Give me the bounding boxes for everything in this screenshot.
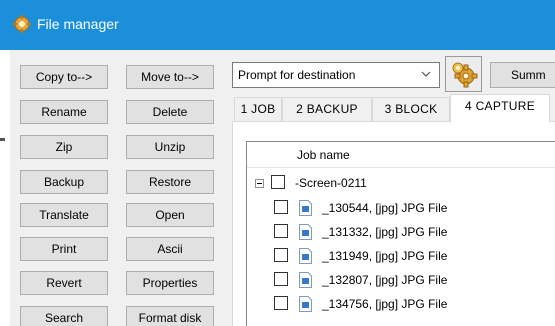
left-window-edge bbox=[0, 50, 10, 326]
group-checkbox[interactable] bbox=[271, 175, 285, 189]
tree-group-row[interactable]: -Screen-0211 bbox=[247, 174, 555, 194]
gear-icon bbox=[452, 62, 478, 88]
ascii-button[interactable]: Ascii bbox=[126, 237, 214, 261]
tree-file-row[interactable]: _130544, [jpg] JPG File bbox=[247, 200, 555, 220]
summary-button[interactable]: Summ bbox=[490, 62, 555, 88]
file-checkbox[interactable] bbox=[274, 272, 288, 286]
tab-job[interactable]: 1 JOB bbox=[234, 97, 282, 121]
translate-button[interactable]: Translate bbox=[20, 203, 108, 227]
summary-button-label: Summ bbox=[511, 68, 546, 82]
file-checkbox[interactable] bbox=[274, 200, 288, 214]
move-to-button[interactable]: Move to--> bbox=[126, 65, 214, 89]
tree-file-row[interactable]: _132807, [jpg] JPG File bbox=[247, 272, 555, 292]
tree-file-row[interactable]: _131332, [jpg] JPG File bbox=[247, 224, 555, 244]
tree-file-row[interactable]: _131949, [jpg] JPG File bbox=[247, 248, 555, 268]
file-checkbox[interactable] bbox=[274, 248, 288, 262]
format-disk-button[interactable]: Format disk bbox=[126, 306, 214, 326]
print-button[interactable]: Print bbox=[20, 237, 108, 261]
zip-button[interactable]: Zip bbox=[20, 135, 108, 159]
open-button[interactable]: Open bbox=[126, 203, 214, 227]
file-label: _134756, [jpg] JPG File bbox=[322, 297, 448, 311]
file-label: _132807, [jpg] JPG File bbox=[322, 273, 448, 287]
title-bar[interactable]: File manager bbox=[0, 0, 555, 50]
collapse-icon[interactable] bbox=[255, 179, 264, 188]
file-label: _130544, [jpg] JPG File bbox=[322, 201, 448, 215]
image-file-icon bbox=[299, 248, 312, 264]
job-name-column-header[interactable]: Job name bbox=[297, 148, 350, 162]
image-file-icon bbox=[299, 224, 312, 240]
job-tree[interactable]: Job name -Screen-0211 _130544, [jpg] JPG… bbox=[246, 141, 555, 326]
unzip-button[interactable]: Unzip bbox=[126, 135, 214, 159]
file-checkbox[interactable] bbox=[274, 296, 288, 310]
file-label: _131949, [jpg] JPG File bbox=[322, 249, 448, 263]
revert-button[interactable]: Revert bbox=[20, 271, 108, 295]
file-checkbox[interactable] bbox=[274, 224, 288, 238]
edge-mark bbox=[0, 138, 5, 141]
file-label: _131332, [jpg] JPG File bbox=[322, 225, 448, 239]
gear-button[interactable] bbox=[445, 56, 482, 92]
rename-button[interactable]: Rename bbox=[20, 100, 108, 124]
image-file-icon bbox=[299, 200, 312, 216]
group-label: -Screen-0211 bbox=[295, 176, 367, 190]
image-file-icon bbox=[299, 272, 312, 288]
destination-select[interactable]: Prompt for destination bbox=[232, 62, 440, 88]
search-button[interactable]: Search bbox=[20, 306, 108, 326]
tab-capture[interactable]: 4 CAPTURE bbox=[450, 94, 550, 122]
dropdown-arrow-icon bbox=[421, 71, 431, 77]
file-manager-gear-icon bbox=[13, 15, 31, 33]
tab-block[interactable]: 3 BLOCK bbox=[372, 97, 450, 121]
image-file-icon bbox=[299, 296, 312, 312]
copy-to-button[interactable]: Copy to--> bbox=[20, 65, 108, 89]
restore-button[interactable]: Restore bbox=[126, 170, 214, 194]
tab-backup[interactable]: 2 BACKUP bbox=[282, 97, 372, 121]
window-title: File manager bbox=[37, 16, 119, 32]
properties-button[interactable]: Properties bbox=[126, 271, 214, 295]
tree-file-row[interactable]: _134756, [jpg] JPG File bbox=[247, 296, 555, 316]
destination-value: Prompt for destination bbox=[238, 68, 356, 82]
tree-header[interactable]: Job name bbox=[247, 142, 555, 168]
delete-button[interactable]: Delete bbox=[126, 100, 214, 124]
backup-button[interactable]: Backup bbox=[20, 170, 108, 194]
